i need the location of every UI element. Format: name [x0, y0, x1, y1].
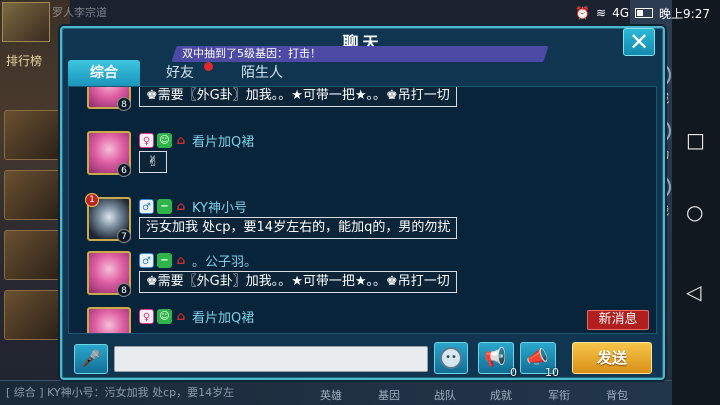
ranking-label[interactable]: 排行榜: [6, 52, 42, 69]
voice-button[interactable]: 🎤: [74, 344, 108, 374]
status-minus-icon: −: [157, 198, 172, 214]
chat-input[interactable]: [114, 346, 428, 372]
chat-message: ♀ ☺ ⌂ 看片加Q裙: [87, 307, 567, 333]
bottom-tab-heroes[interactable]: 英雄: [320, 387, 342, 403]
hero-card[interactable]: [4, 290, 62, 340]
status-bar: ⏰ ≋ 4G 晚上9:27: [496, 0, 720, 26]
rank-badge: 1: [85, 193, 99, 207]
guild-icon: ⌂: [176, 132, 186, 147]
new-messages-button[interactable]: 新消息: [587, 310, 649, 330]
smiley-icon: ••: [440, 347, 462, 369]
tab-strangers[interactable]: 陌生人: [220, 60, 304, 86]
bottom-tab-genes[interactable]: 基因: [378, 387, 400, 403]
chat-message: 8 ♂ − ⌂ 。公子羽。 ♚需要〖外G卦〗加我。。★可带一把★。。♚吊打一切: [87, 251, 567, 301]
small-horn-icon: 📢: [484, 347, 507, 368]
sender-level: 6: [117, 163, 131, 177]
guild-icon: ⌂: [176, 308, 186, 323]
sender-level: 8: [117, 283, 131, 297]
nav-home-icon[interactable]: ○: [686, 200, 703, 224]
message-bubble: 污女加我 处cp，要14岁左右的，能加q的，男的勿扰: [139, 217, 458, 239]
large-horn-button[interactable]: 📣 10: [520, 342, 559, 379]
sender-meta: ♂ − ⌂ KY神小号: [139, 197, 247, 216]
player-name: 罗人李宗道: [52, 6, 107, 19]
bottom-tab-rank[interactable]: 军衔: [548, 387, 570, 403]
bottom-tab-bag[interactable]: 背包: [606, 387, 628, 403]
small-horn-count: 0: [510, 366, 517, 379]
message-bubble: ✌: [139, 151, 167, 173]
sender-meta: ♂ − ⌂ 。公子羽。: [139, 251, 257, 270]
clock: 晚上9:27: [659, 6, 710, 21]
send-button[interactable]: 发送: [572, 342, 652, 374]
signal-icon: 4G: [612, 6, 630, 20]
chat-message-list[interactable]: 8 ♚需要〖外G卦〗加我。。★可带一把★。。♚吊打一切 6 ♀ ☺ ⌂ 看片加Q…: [68, 86, 657, 334]
online-status-icon: ☺: [157, 308, 172, 324]
sender-name[interactable]: 。公子羽。: [192, 251, 257, 270]
tab-general[interactable]: 综合: [68, 60, 140, 86]
bottom-tab-team[interactable]: 战队: [434, 387, 456, 403]
large-horn-icon: 📣: [526, 347, 549, 368]
gender-male-icon: ♂: [139, 198, 154, 214]
hero-card[interactable]: [4, 110, 62, 160]
sender-level: 8: [117, 97, 131, 111]
chat-message: 6 ♀ ☺ ⌂ 看片加Q裙 ✌: [87, 131, 567, 181]
small-horn-button[interactable]: 📢 0: [478, 342, 517, 379]
nav-square-icon[interactable]: □: [686, 128, 705, 152]
hero-card[interactable]: [4, 230, 62, 280]
microphone-icon: 🎤: [81, 349, 101, 368]
player-avatar[interactable]: [2, 2, 50, 42]
bottom-tab-achievements[interactable]: 成就: [490, 387, 512, 403]
close-button[interactable]: ✕: [623, 28, 655, 56]
android-nav-bar: □ ○ ◁: [672, 0, 720, 405]
gender-female-icon: ♀: [139, 308, 154, 324]
emoji-button[interactable]: ••: [434, 342, 468, 374]
chat-message: 1 7 ♂ − ⌂ KY神小号 污女加我 处cp，要14岁左右的，能加q的，男的…: [85, 193, 567, 247]
sender-avatar[interactable]: [87, 307, 131, 333]
sender-level: 7: [117, 229, 131, 243]
guild-icon: ⌂: [176, 252, 186, 267]
message-bubble: ♚需要〖外G卦〗加我。。★可带一把★。。♚吊打一切: [139, 87, 457, 107]
nav-back-icon[interactable]: ◁: [686, 280, 701, 304]
battery-icon: [635, 8, 654, 18]
online-status-icon: ☺: [157, 132, 172, 148]
sender-name[interactable]: 看片加Q裙: [192, 131, 254, 150]
sender-name[interactable]: KY神小号: [192, 197, 247, 216]
bottom-chat-preview[interactable]: [ 综合 ] KY神小号：污女加我 处cp，要14岁左: [6, 384, 234, 400]
wifi-icon: ≋: [596, 6, 607, 20]
alarm-icon: ⏰: [575, 6, 591, 20]
large-horn-count: 10: [545, 366, 559, 379]
unread-dot: [204, 62, 213, 71]
sender-meta: ♀ ☺ ⌂ 看片加Q裙: [139, 131, 254, 150]
status-minus-icon: −: [157, 252, 172, 268]
chat-dialog: 聊天 ✕ 双中抽到了5级基因：打击！ 综合 好友 陌生人 8 ♚需要〖外G卦〗加…: [60, 26, 665, 380]
sender-name[interactable]: 看片加Q裙: [192, 307, 254, 326]
gender-female-icon: ♀: [139, 132, 154, 148]
message-bubble: ♚需要〖外G卦〗加我。。★可带一把★。。♚吊打一切: [139, 271, 457, 293]
close-icon: ✕: [628, 28, 650, 56]
sender-meta: ♀ ☺ ⌂ 看片加Q裙: [139, 307, 254, 326]
guild-icon: ⌂: [176, 198, 186, 213]
gender-male-icon: ♂: [139, 252, 154, 268]
chat-tabs: 综合 好友 陌生人: [68, 60, 657, 86]
chat-message: 8 ♚需要〖外G卦〗加我。。★可带一把★。。♚吊打一切: [87, 87, 567, 115]
hero-card[interactable]: [4, 170, 62, 220]
